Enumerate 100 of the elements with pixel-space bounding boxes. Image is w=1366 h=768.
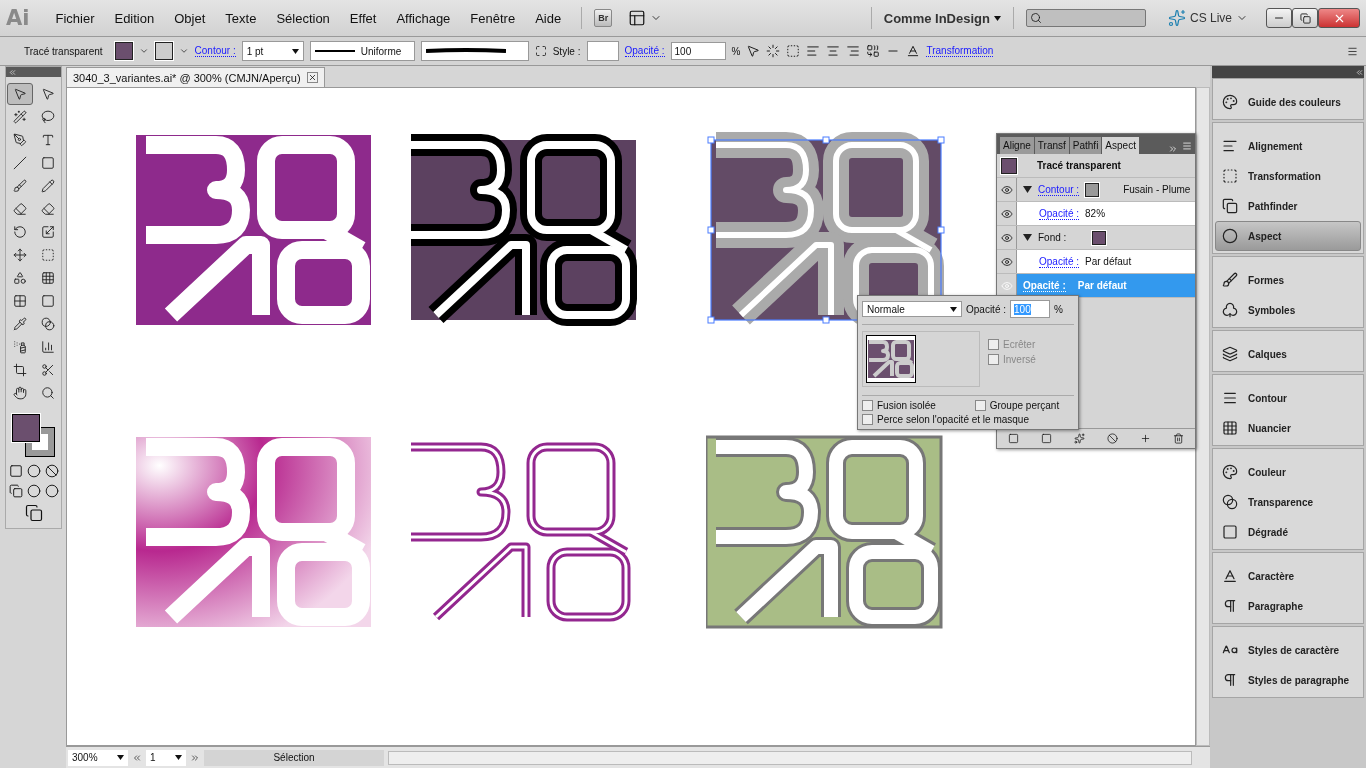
document-tab[interactable]: 3040_3_variantes.ai* @ 300% (CMJN/Aperçu) bbox=[66, 67, 325, 87]
collapse-icon[interactable] bbox=[1168, 144, 1178, 154]
dock-panel-button[interactable]: Formes bbox=[1215, 265, 1361, 295]
menu-item[interactable]: Texte bbox=[217, 10, 265, 26]
mesh-icon bbox=[12, 294, 27, 308]
search-field[interactable] bbox=[1025, 9, 1146, 27]
bridge-button[interactable]: Br bbox=[594, 9, 613, 27]
menu-item[interactable]: Fenêtre bbox=[462, 10, 524, 26]
disclosure-triangle-icon[interactable] bbox=[1023, 186, 1032, 193]
panel-tab[interactable]: Aspect bbox=[1102, 137, 1139, 154]
menu-item[interactable]: Affichage bbox=[388, 10, 459, 26]
dock-panel-button[interactable]: Styles de caractère bbox=[1215, 635, 1361, 665]
fill-swatch[interactable] bbox=[1092, 230, 1107, 245]
none-mode-icon[interactable] bbox=[44, 464, 59, 478]
opacity-row[interactable]: Opacité : Par défaut bbox=[997, 250, 1195, 274]
clear-icon[interactable] bbox=[1107, 433, 1118, 444]
dock-panel-button[interactable]: Alignement bbox=[1215, 131, 1361, 161]
dock-panel-button[interactable]: Dégradé bbox=[1215, 517, 1361, 547]
eye-icon bbox=[1000, 183, 1013, 196]
fill-row[interactable]: Fond : bbox=[997, 226, 1195, 250]
checkbox[interactable] bbox=[862, 400, 873, 411]
dock-panel-button[interactable]: Contour bbox=[1215, 383, 1361, 413]
caret-icon bbox=[178, 46, 189, 56]
close-button[interactable] bbox=[1318, 8, 1360, 28]
dock-panel-button[interactable]: Aspect bbox=[1215, 221, 1361, 251]
opacity-link[interactable]: Opacité : bbox=[1039, 255, 1080, 268]
blend-mode-dropdown[interactable]: Normale bbox=[862, 301, 962, 317]
panel-menu-icon[interactable] bbox=[1347, 45, 1358, 57]
zoom-dropdown[interactable]: 300% bbox=[68, 749, 128, 766]
collapse-icon[interactable] bbox=[1355, 67, 1364, 77]
fill-label: Fond : bbox=[1038, 232, 1067, 243]
checkbox[interactable] bbox=[988, 339, 999, 350]
workspace-switcher[interactable]: Comme InDesign bbox=[883, 10, 1001, 26]
transform-icon bbox=[1222, 168, 1238, 184]
dock-panel-button[interactable]: Symboles bbox=[1215, 295, 1361, 325]
align-right-icon[interactable] bbox=[846, 44, 861, 58]
menu-item[interactable]: Effet bbox=[341, 10, 385, 26]
checkbox[interactable] bbox=[862, 414, 873, 425]
panel-menu-icon[interactable] bbox=[1182, 141, 1192, 151]
object-title: Tracé transparent bbox=[1037, 160, 1121, 171]
select-similar-icon[interactable] bbox=[746, 44, 761, 58]
menu-item[interactable]: Fichier bbox=[47, 10, 103, 26]
menu-item[interactable]: Sélection bbox=[268, 10, 338, 26]
direct-selection-arrow-icon bbox=[40, 87, 55, 101]
fill-color-swatch[interactable] bbox=[114, 42, 133, 60]
dock-panel-button[interactable]: Couleur bbox=[1215, 457, 1361, 487]
graphic-style-dropdown[interactable] bbox=[586, 41, 619, 61]
stroke-swatch[interactable] bbox=[1085, 182, 1100, 197]
artboard-dropdown[interactable]: 1 bbox=[146, 749, 186, 766]
close-icon[interactable] bbox=[306, 72, 318, 83]
panel-tab[interactable]: Transf bbox=[1034, 137, 1069, 154]
collapse-icon[interactable] bbox=[8, 67, 17, 77]
opacity-field[interactable]: 100 bbox=[670, 42, 726, 60]
stroke-link[interactable]: Contour : bbox=[194, 45, 236, 57]
profile-dropdown[interactable]: Uniforme bbox=[309, 41, 415, 61]
panel-tab[interactable]: Aligne bbox=[1000, 137, 1034, 154]
horizontal-scrollbar[interactable] bbox=[388, 750, 1192, 765]
pilcrow-icon bbox=[1222, 598, 1238, 614]
checkbox[interactable] bbox=[974, 400, 986, 411]
menu-item[interactable]: Aide bbox=[527, 10, 570, 26]
menu-item[interactable]: Objet bbox=[166, 10, 214, 26]
minimize-button[interactable] bbox=[1266, 8, 1292, 28]
cs-live-menu[interactable]: CS Live bbox=[1189, 11, 1232, 25]
menu-item[interactable]: Edition bbox=[106, 10, 163, 26]
restore-button[interactable] bbox=[1292, 8, 1318, 28]
align-center-icon[interactable] bbox=[826, 44, 841, 58]
dock-panel-button[interactable]: Transparence bbox=[1215, 487, 1361, 517]
arrange-documents-icon[interactable] bbox=[628, 9, 647, 27]
zoom-icon bbox=[40, 386, 55, 400]
stroke-weight-field[interactable]: 1 pt bbox=[241, 41, 304, 61]
stroke-link[interactable]: Contour : bbox=[1038, 183, 1080, 196]
dock-panel-button[interactable]: Calques bbox=[1215, 339, 1361, 369]
dock-panel-button[interactable]: Styles de paragraphe bbox=[1215, 665, 1361, 695]
blend-icon bbox=[40, 317, 55, 331]
dock-panel-button[interactable]: Nuancier bbox=[1215, 413, 1361, 443]
opacity-link[interactable]: Opacité : bbox=[1039, 207, 1080, 220]
palette-icon bbox=[1222, 464, 1238, 480]
transformation-link[interactable]: Transformation bbox=[926, 45, 994, 57]
trash-icon[interactable] bbox=[1173, 433, 1184, 444]
status-tool-menu[interactable]: Sélection bbox=[204, 749, 384, 766]
vertical-scrollbar[interactable] bbox=[1196, 87, 1210, 746]
dock-panel-button[interactable]: Transformation bbox=[1215, 161, 1361, 191]
checkbox[interactable] bbox=[988, 354, 999, 365]
opacity-row[interactable]: Opacité : 82% bbox=[997, 202, 1195, 226]
fill-stroke-swatches[interactable] bbox=[11, 414, 56, 458]
checkbox-label: Fusion isolée bbox=[877, 400, 936, 411]
swatches-grid-icon bbox=[1222, 420, 1238, 436]
panel-tab[interactable]: Pathfi bbox=[1069, 137, 1102, 154]
dock-panel-button[interactable]: Pathfinder bbox=[1215, 191, 1361, 221]
eyedropper-icon bbox=[12, 317, 27, 331]
stroke-color-swatch[interactable] bbox=[154, 42, 173, 60]
dock-panel-button[interactable]: Paragraphe bbox=[1215, 591, 1361, 621]
selection-arrow-tool[interactable] bbox=[6, 83, 33, 105]
align-left-icon[interactable] bbox=[806, 44, 821, 58]
stroke-row[interactable]: Contour : Fusain - Plume bbox=[997, 178, 1195, 202]
dock-panel-button[interactable]: Guide des couleurs bbox=[1215, 87, 1361, 117]
dock-panel-button[interactable]: Caractère bbox=[1215, 561, 1361, 591]
disclosure-triangle-icon[interactable] bbox=[1023, 234, 1032, 241]
brush-dropdown[interactable] bbox=[420, 41, 529, 61]
opacity-link[interactable]: Opacité : bbox=[624, 45, 665, 57]
